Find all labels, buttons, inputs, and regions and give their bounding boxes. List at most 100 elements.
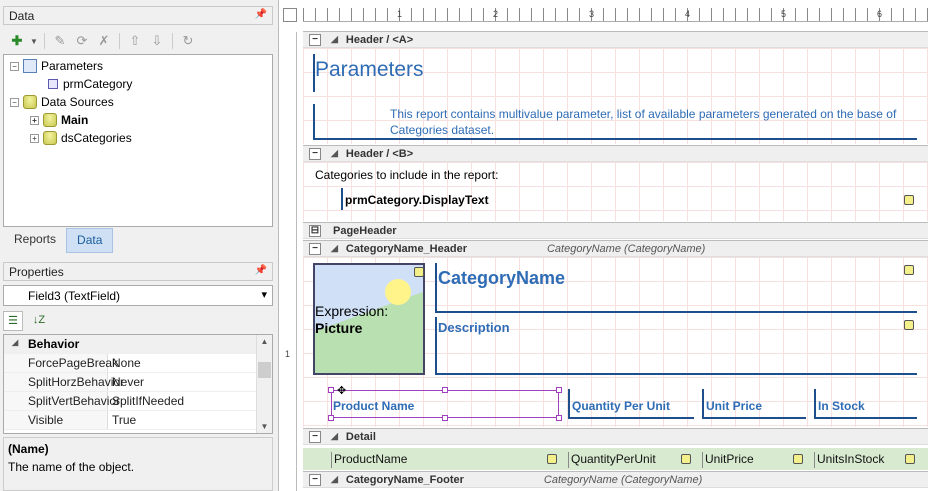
- sync-icon[interactable]: ↻: [178, 32, 198, 50]
- resize-handle[interactable]: [556, 415, 562, 421]
- vertical-ruler: [283, 32, 297, 491]
- object-selector[interactable]: Field3 (TextField) ▾: [3, 285, 273, 306]
- database-icon: [23, 95, 37, 109]
- band-page-header[interactable]: ⊟ PageHeader: [303, 222, 928, 239]
- scroll-thumb[interactable]: [258, 362, 271, 378]
- selection-box[interactable]: [331, 390, 559, 418]
- detail-product-name[interactable]: ProductName: [331, 452, 561, 468]
- property-row[interactable]: SplitHorzBehavior Never: [4, 373, 272, 392]
- expression-icon[interactable]: [414, 267, 424, 277]
- column-unit-price[interactable]: Unit Price: [702, 389, 806, 419]
- property-category[interactable]: Behavior: [4, 335, 272, 354]
- expression-icon[interactable]: [904, 195, 914, 205]
- resize-handle[interactable]: [328, 387, 334, 393]
- scroll-up-icon[interactable]: ▲: [257, 337, 272, 346]
- band-triangle-icon: ◢: [331, 243, 338, 253]
- collapse-icon[interactable]: −: [309, 473, 321, 486]
- band-header-a[interactable]: − ◢ Header / <A>: [303, 31, 928, 48]
- collapse-icon[interactable]: −: [10, 61, 19, 71]
- expression-icon[interactable]: [905, 454, 915, 464]
- scroll-down-icon[interactable]: ▼: [257, 422, 272, 431]
- property-value[interactable]: None: [108, 354, 141, 372]
- picture-field[interactable]: [313, 263, 425, 375]
- object-selector-value: Field3 (TextField): [28, 289, 121, 303]
- band-triangle-icon: ◢: [331, 34, 338, 44]
- collapse-icon[interactable]: −: [309, 430, 321, 443]
- band-triangle-icon: ◢: [331, 474, 338, 484]
- display-text-field[interactable]: prmCategory.DisplayText: [345, 193, 489, 207]
- band-hint: CategoryName (CategoryName): [543, 473, 703, 486]
- tab-data[interactable]: Data: [66, 228, 114, 253]
- description-field[interactable]: Description: [438, 320, 510, 335]
- expand-icon[interactable]: +: [30, 115, 39, 125]
- band-triangle-icon: ◢: [331, 431, 338, 441]
- vertical-scrollbar[interactable]: ▲ ▼: [256, 335, 272, 433]
- ruler-mark: 5: [781, 9, 787, 19]
- pin-icon[interactable]: 📌: [255, 265, 267, 278]
- expand-icon[interactable]: +: [30, 133, 39, 143]
- properties-title: Properties: [9, 265, 64, 279]
- add-icon[interactable]: ✚: [7, 32, 27, 50]
- collapse-icon[interactable]: −: [309, 242, 321, 255]
- categorized-icon[interactable]: ☰: [3, 311, 23, 331]
- data-tree: − Parameters prmCategory − Data Sources …: [3, 54, 273, 227]
- collapse-icon[interactable]: −: [309, 33, 321, 46]
- tab-reports[interactable]: Reports: [0, 228, 66, 253]
- move-down-icon[interactable]: ⇩: [147, 32, 167, 50]
- tree-node-data-sources[interactable]: − Data Sources: [10, 93, 114, 111]
- categories-label[interactable]: Categories to include in the report:: [315, 168, 498, 182]
- dropdown-arrow-icon[interactable]: ▼: [29, 32, 39, 50]
- tree-node-prmcategory[interactable]: prmCategory: [48, 75, 132, 93]
- expression-icon[interactable]: [547, 454, 557, 464]
- resize-handle[interactable]: [328, 415, 334, 421]
- refresh-icon[interactable]: ⟳: [72, 32, 92, 50]
- parameter-icon: [48, 79, 58, 89]
- tree-node-main[interactable]: + Main: [30, 111, 88, 129]
- params-desc-line2: Categories dataset.: [390, 123, 495, 137]
- detail-unit-price[interactable]: UnitPrice: [702, 452, 806, 468]
- resize-handle[interactable]: [556, 387, 562, 393]
- properties-header: Properties 📌: [3, 262, 273, 281]
- ruler-mark: 3: [589, 9, 595, 19]
- delete-icon[interactable]: ✗: [94, 32, 114, 50]
- tree-node-parameters[interactable]: − Parameters: [10, 57, 103, 75]
- data-panel-header: Data 📌: [3, 6, 273, 25]
- column-quantity[interactable]: Quantity Per Unit: [568, 389, 694, 419]
- sort-az-icon[interactable]: ↓Z: [29, 311, 49, 331]
- tree-node-dscategories[interactable]: + dsCategories: [30, 129, 132, 147]
- band-category-footer[interactable]: − ◢ CategoryName_Footer CategoryName (Cat…: [303, 471, 928, 488]
- property-value[interactable]: Never: [108, 373, 144, 391]
- property-row[interactable]: Visible True: [4, 411, 272, 430]
- collapse-icon[interactable]: −: [10, 97, 19, 107]
- detail-in-stock[interactable]: UnitsInStock: [814, 452, 918, 468]
- band-header-b[interactable]: − ◢ Header / <B>: [303, 145, 928, 162]
- column-in-stock[interactable]: In Stock: [814, 389, 917, 419]
- expand-icon[interactable]: ⊟: [309, 224, 321, 237]
- category-name-field[interactable]: CategoryName: [438, 268, 565, 289]
- collapse-icon[interactable]: −: [309, 147, 321, 160]
- expression-icon[interactable]: [904, 320, 914, 330]
- move-handle-icon[interactable]: ✥: [337, 384, 346, 397]
- property-value[interactable]: True: [108, 411, 136, 429]
- band-title: Detail: [345, 430, 376, 443]
- expression-icon[interactable]: [793, 454, 803, 464]
- band-body-header-a: Parameters This report contains multival…: [303, 48, 928, 144]
- move-up-icon[interactable]: ⇧: [125, 32, 145, 50]
- resize-handle[interactable]: [442, 387, 448, 393]
- expression-icon[interactable]: [904, 265, 914, 275]
- resize-handle[interactable]: [442, 415, 448, 421]
- property-row[interactable]: ForcePageBreak None: [4, 354, 272, 373]
- property-value[interactable]: SplitIfNeeded: [108, 392, 184, 410]
- property-description: (Name) The name of the object.: [3, 437, 273, 491]
- pin-icon[interactable]: 📌: [255, 9, 267, 22]
- property-row[interactable]: SplitVertBehavior SplitIfNeeded: [4, 392, 272, 411]
- edit-icon[interactable]: ✎: [50, 32, 70, 50]
- expression-icon[interactable]: [681, 454, 691, 464]
- detail-quantity[interactable]: QuantityPerUnit: [568, 452, 692, 468]
- params-title[interactable]: Parameters: [315, 58, 424, 82]
- band-category-header[interactable]: − ◢ CategoryName_Header CategoryName (Cat…: [303, 240, 928, 257]
- band-triangle-icon: ◢: [331, 148, 338, 158]
- properties-toolbar: ☰ ↓Z: [3, 309, 49, 333]
- property-name: SplitHorzBehavior: [4, 373, 124, 391]
- band-detail[interactable]: − ◢ Detail: [303, 428, 928, 445]
